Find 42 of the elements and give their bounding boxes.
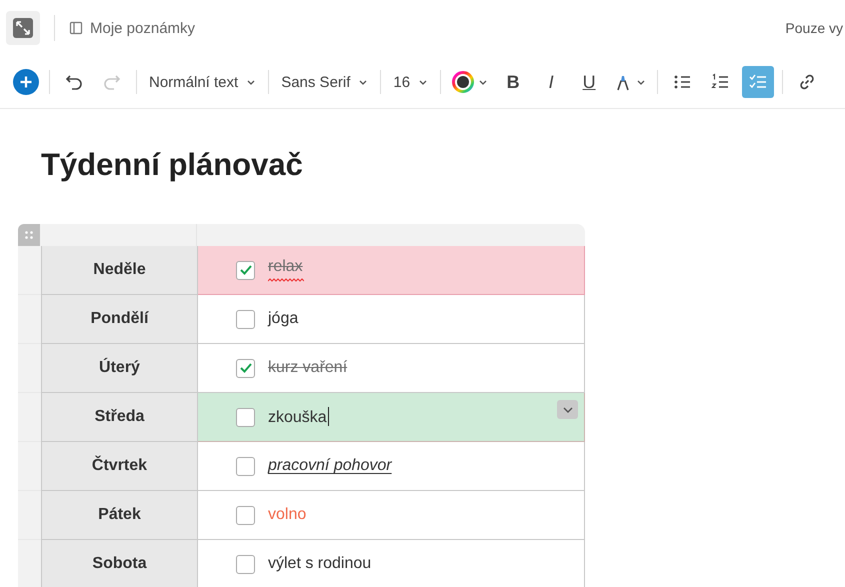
checklist-button[interactable] (742, 66, 774, 98)
check-icon (238, 361, 252, 375)
expand-button[interactable] (6, 11, 40, 45)
task-text[interactable]: pracovní pohovor (268, 457, 392, 475)
task-text[interactable]: zkouška (268, 407, 329, 427)
checkbox[interactable] (236, 554, 255, 574)
day-cell: Pondělí (41, 295, 198, 344)
checkbox[interactable] (236, 456, 255, 476)
checkbox[interactable] (236, 310, 255, 328)
cell-menu-button[interactable] (557, 400, 578, 419)
table-handle[interactable] (18, 224, 40, 246)
dropdown[interactable]: 16 (389, 74, 432, 90)
drag-dots-icon (24, 230, 34, 240)
task-text[interactable]: kurz vaření (268, 359, 348, 377)
add-button[interactable] (13, 69, 39, 95)
day-cell: Úterý (41, 344, 198, 393)
expand-icon (13, 18, 33, 38)
task-text[interactable]: výlet s rodinou (268, 555, 372, 573)
checkbox[interactable] (236, 260, 255, 280)
plus-icon (13, 69, 39, 95)
check-icon (238, 263, 252, 277)
day-cell: Středa (41, 393, 198, 442)
day-cell: Neděle (41, 246, 198, 295)
task-text[interactable]: relax (268, 258, 303, 276)
dropdown[interactable]: Sans Serif (277, 74, 372, 90)
notebook-icon (69, 21, 83, 35)
breadcrumb-link[interactable]: Moje poznámky (90, 20, 196, 36)
italic-button[interactable]: I (535, 66, 568, 98)
underline-button[interactable]: U (573, 66, 606, 98)
color-wheel-icon (452, 71, 474, 93)
bold-button[interactable]: B (497, 66, 530, 98)
page-title: Týdenní plánovač (41, 147, 304, 184)
task-text[interactable]: jóga (268, 310, 298, 328)
day-cell: Sobota (41, 540, 198, 587)
checkbox[interactable] (236, 358, 255, 378)
spelling-error-underline (268, 278, 304, 282)
dropdown[interactable]: Normální text (145, 74, 260, 90)
day-cell: Čtvrtek (41, 442, 198, 491)
checkbox[interactable] (236, 506, 255, 524)
checkbox[interactable] (236, 408, 255, 426)
sharing-status[interactable]: Pouze vy (785, 20, 845, 36)
day-cell: Pátek (41, 491, 198, 540)
